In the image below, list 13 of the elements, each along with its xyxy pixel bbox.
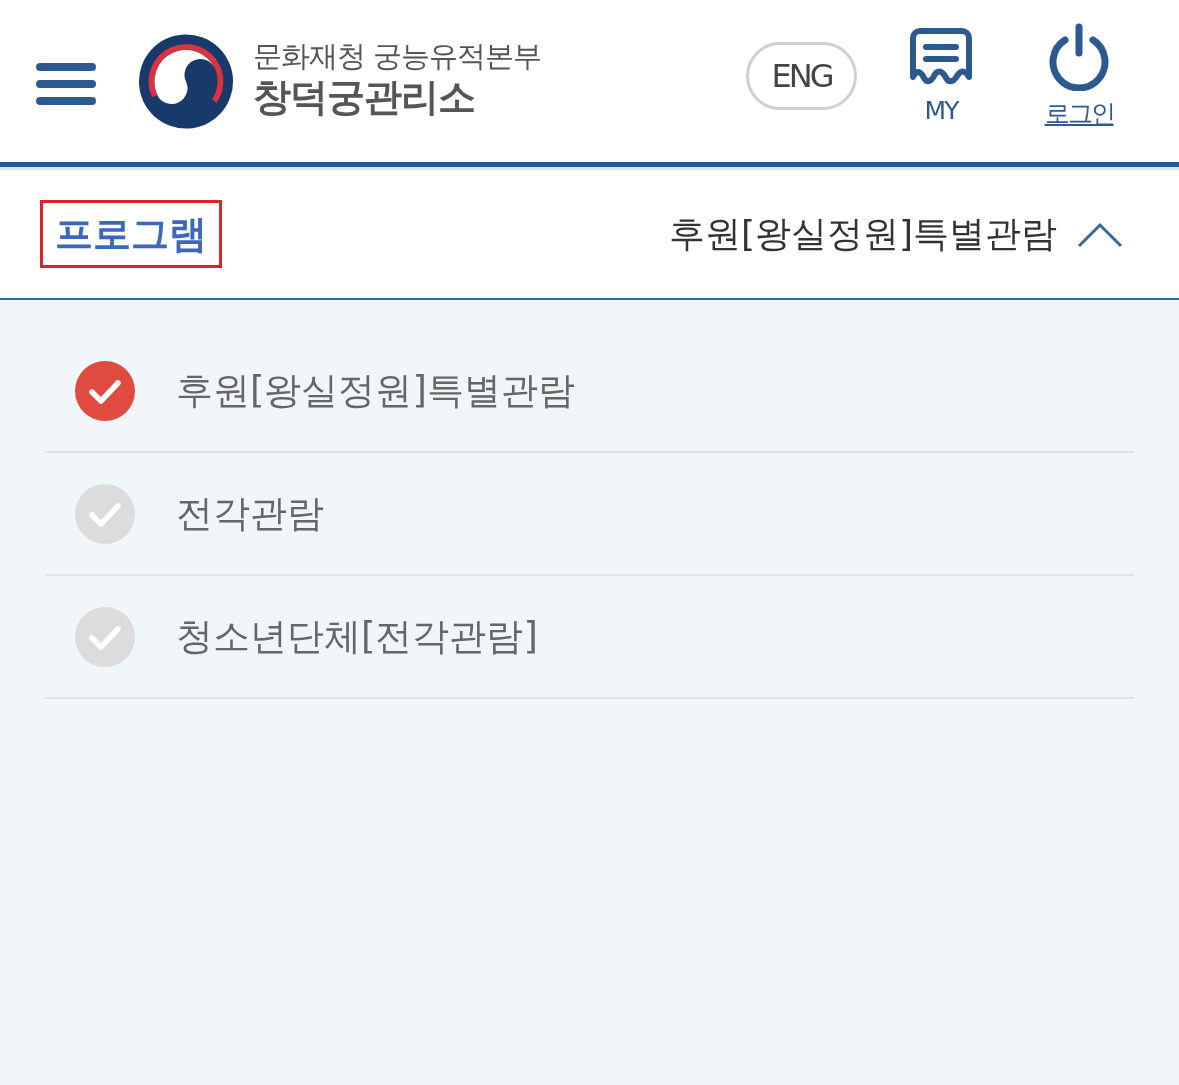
- site-name: 창덕궁관리소: [253, 74, 476, 120]
- program-option[interactable]: 후원[왕실정원]특별관람: [45, 330, 1134, 453]
- language-button[interactable]: ENG: [746, 42, 857, 110]
- section-title: 프로그램: [40, 200, 222, 268]
- program-option[interactable]: 전각관람: [45, 453, 1134, 576]
- my-page-button[interactable]: MY: [899, 26, 983, 126]
- program-option[interactable]: 청소년단체[전각관람]: [45, 576, 1134, 699]
- menu-icon[interactable]: [36, 62, 96, 106]
- program-dropdown[interactable]: 후원[왕실정원]특별관람: [668, 209, 1123, 259]
- organization-name: 문화재청 궁능유적본부: [253, 38, 542, 74]
- taegeuk-logo-icon: [138, 32, 234, 130]
- login-link[interactable]: 로그인: [1037, 23, 1121, 129]
- power-icon: [1047, 23, 1111, 91]
